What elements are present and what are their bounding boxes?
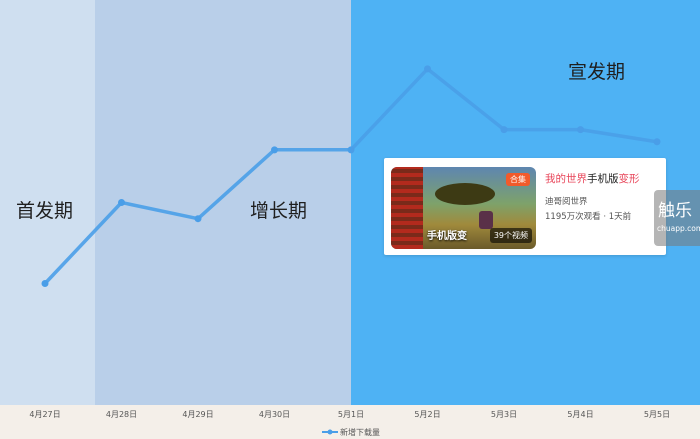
x-tick-labels: 4月27日 4月28日 4月29日 4月30日 5月1日 5月2日 5月3日 5月4日 5月5日: [29, 410, 670, 419]
x-tick-label: 5月5日: [644, 410, 670, 419]
video-count-badge: 39个视频: [489, 228, 532, 243]
chart-stage: 4月27日 4月28日 4月29日 4月30日 5月1日 5月2日 5月3日 5月4日 5月5日…: [0, 0, 700, 439]
x-tick-label: 4月30日: [259, 410, 290, 419]
x-tick-label: 4月29日: [182, 410, 213, 419]
video-title[interactable]: 我的世界手机版变形: [545, 171, 640, 186]
x-tick-label: 4月27日: [29, 410, 60, 419]
x-tick-label: 5月2日: [414, 410, 440, 419]
legend: 新增下载量: [322, 427, 380, 437]
thumbnail-block-column: [391, 167, 423, 249]
data-point[interactable]: [118, 199, 125, 206]
legend-label: 新增下载量: [340, 427, 380, 437]
watermark-logo-text: 触乐: [658, 201, 692, 221]
data-point[interactable]: [194, 215, 202, 223]
data-point[interactable]: [500, 126, 508, 134]
data-point[interactable]: [653, 138, 661, 146]
data-point[interactable]: [424, 65, 431, 73]
collection-tag: 合集: [506, 173, 530, 186]
watermark-domain: chuapp.com: [657, 224, 700, 233]
video-thumbnail[interactable]: 手机版变 合集 39个视频: [391, 167, 536, 249]
data-point[interactable]: [347, 146, 355, 154]
legend-dot-marker: [327, 429, 333, 435]
x-tick-label: 5月1日: [338, 410, 364, 419]
x-tick-label: 4月28日: [106, 410, 137, 419]
phase-label-growth: 增长期: [250, 200, 308, 222]
video-author[interactable]: 迪哥阅世界: [545, 195, 588, 207]
x-tick-label: 5月4日: [567, 410, 593, 419]
x-tick-label: 5月3日: [491, 410, 517, 419]
thumbnail-figure: [479, 211, 493, 229]
data-point[interactable]: [577, 126, 584, 134]
phase-label-promotion: 宣发期: [568, 61, 626, 83]
thumbnail-tree: [435, 183, 495, 205]
video-stats: 1195万次观看 · 1天前: [545, 212, 632, 222]
data-point[interactable]: [271, 146, 278, 154]
video-card[interactable]: 手机版变 合集 39个视频 我的世界手机版变形 迪哥阅世界 1195万次观看 ·…: [384, 158, 666, 255]
data-point[interactable]: [41, 280, 49, 287]
site-watermark: 触乐 chuapp.com: [654, 190, 700, 246]
phase-label-launch: 首发期: [16, 200, 74, 222]
thumbnail-title-overlay: 手机版变: [427, 231, 467, 242]
